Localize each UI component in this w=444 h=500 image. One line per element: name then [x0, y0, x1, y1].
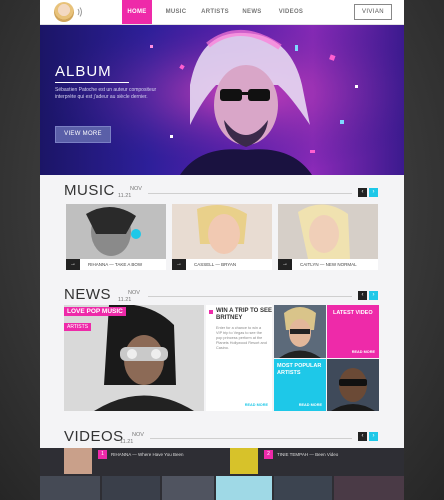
user-button[interactable]: VIVIAN	[354, 4, 392, 20]
news-article-card[interactable]: WIN A TRIP TO SEE BRITNEY Enter for a ch…	[206, 305, 272, 411]
love-pop-music-tag: LOVE POP MUSIC	[64, 307, 126, 316]
news-tile-photo[interactable]	[327, 359, 379, 411]
nav-artists[interactable]: ARTISTS	[198, 0, 232, 24]
latest-video-label: LATEST VIDEO	[333, 310, 373, 316]
news-tile-image	[327, 359, 379, 411]
website-mockup: HOME MUSIC ARTISTS NEWS VIDEOS VIVIAN AL…	[40, 0, 404, 500]
hero-title: ALBUM	[55, 63, 112, 80]
news-feature[interactable]: LOVE POP MUSIC ARTISTS	[64, 305, 204, 411]
news-prev-arrow-icon[interactable]: ‹	[358, 291, 367, 300]
hero-artwork	[40, 25, 404, 175]
nav-videos[interactable]: VIDEOS	[274, 0, 308, 24]
music-card-title: CASSELL — BRYAN	[194, 262, 237, 267]
artists-tag: ARTISTS	[64, 323, 92, 331]
sound-waves-icon	[77, 7, 82, 17]
news-tile-photo[interactable]	[274, 305, 326, 358]
music-card-caption: → RIHANNA — TAKE A BOW	[66, 259, 166, 270]
video-thumbnail[interactable]	[162, 476, 214, 500]
avatar-logo[interactable]	[54, 2, 74, 22]
news-tile-image	[274, 305, 326, 358]
music-divider	[148, 193, 352, 194]
read-more-link[interactable]: READ MORE	[352, 350, 375, 354]
video-thumbnail[interactable]	[40, 476, 100, 500]
music-card-caption: → CASSELL — BRYAN	[172, 259, 272, 270]
news-section-title: NEWS	[64, 286, 111, 303]
music-card-title: RIHANNA — TAKE A BOW	[88, 262, 143, 267]
video-thumbnail[interactable]	[334, 476, 404, 500]
news-article-title: WIN A TRIP TO SEE BRITNEY	[216, 308, 273, 321]
video-thumbnail[interactable]	[274, 476, 332, 500]
latest-video-tile[interactable]: LATEST VIDEO READ MORE	[327, 305, 379, 358]
news-date-month: NOV	[128, 290, 140, 296]
music-card[interactable]: → CASSELL — BRYAN	[172, 204, 272, 270]
video-title: TINIE TEMPAH — Been Video	[277, 452, 339, 457]
videos-next-arrow-icon[interactable]: ›	[369, 432, 378, 441]
most-popular-tile[interactable]: MOST POPULAR ARTISTS READ MORE	[274, 359, 326, 411]
nav-home[interactable]: HOME	[122, 0, 152, 24]
music-card-title: CAITLYN — NEW NORMAL	[300, 262, 357, 267]
news-article-body: Enter for a chance to win a VIP trip to …	[216, 326, 267, 350]
music-card[interactable]: → RIHANNA — TAKE A BOW	[66, 204, 166, 270]
view-more-button[interactable]: VIEW MORE	[55, 126, 111, 143]
videos-divider	[150, 438, 352, 439]
video-thumbnail[interactable]	[64, 448, 92, 474]
video-list-item[interactable]: 1 RIHANNA — Where Have You Been	[98, 448, 228, 462]
music-card-caption: → CAITLYN — NEW NORMAL	[278, 259, 378, 270]
hero-title-underline	[55, 82, 129, 83]
video-number: 1	[98, 450, 107, 460]
news-divider	[148, 296, 352, 297]
nav-news[interactable]: NEWS	[238, 0, 266, 24]
music-section-title: MUSIC	[64, 182, 115, 199]
music-next-arrow-icon[interactable]: ›	[369, 188, 378, 197]
music-date-month: NOV	[130, 186, 142, 192]
video-number: 2	[264, 450, 273, 460]
music-card[interactable]: → CAITLYN — NEW NORMAL	[278, 204, 378, 270]
read-more-link[interactable]: READ MORE	[299, 403, 322, 407]
video-list-item[interactable]: 2 TINIE TEMPAH — Been Video	[264, 448, 394, 462]
videos-prev-arrow-icon[interactable]: ‹	[358, 432, 367, 441]
hero-banner: ALBUM Sébastien Patoche est un auteur co…	[40, 25, 404, 175]
music-prev-arrow-icon[interactable]: ‹	[358, 188, 367, 197]
play-arrow-icon[interactable]: →	[172, 259, 186, 270]
read-more-link[interactable]: READ MORE	[245, 403, 268, 407]
videos-section-title: VIDEOS	[64, 428, 124, 445]
video-thumbnail[interactable]	[230, 448, 258, 474]
play-arrow-icon[interactable]: →	[278, 259, 292, 270]
video-thumbnail[interactable]	[216, 476, 272, 500]
top-navigation: HOME MUSIC ARTISTS NEWS VIDEOS VIVIAN	[40, 0, 404, 25]
news-date-day: 11.21	[118, 297, 132, 303]
music-date-day: 11.21	[118, 193, 132, 199]
video-thumbnail[interactable]	[102, 476, 160, 500]
hero-description: Sébastien Patoche est un auteur composit…	[55, 87, 157, 100]
news-next-arrow-icon[interactable]: ›	[369, 291, 378, 300]
nav-music[interactable]: MUSIC	[160, 0, 192, 24]
videos-date-month: NOV	[132, 432, 144, 438]
play-arrow-icon[interactable]: →	[66, 259, 80, 270]
bullet-dot-icon	[209, 310, 213, 314]
videos-date-day: 11.21	[120, 439, 134, 445]
video-title: RIHANNA — Where Have You Been	[111, 452, 184, 457]
most-popular-label: MOST POPULAR ARTISTS	[277, 363, 322, 376]
news-feature-image	[64, 305, 204, 411]
